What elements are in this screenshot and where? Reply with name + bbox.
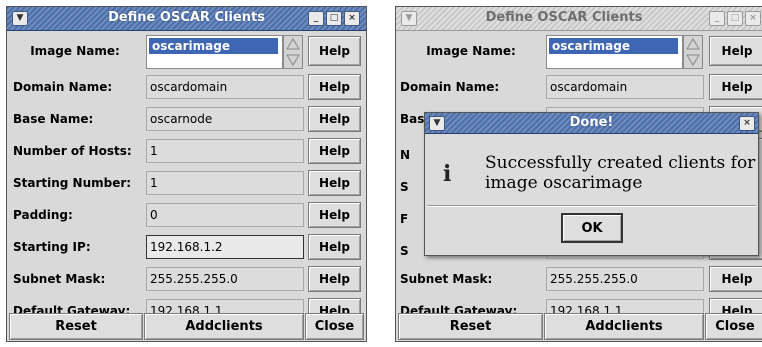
ok-button[interactable]: OK [561, 213, 623, 243]
image-list-item-selected[interactable]: oscarimage [149, 38, 278, 54]
help-button[interactable]: Help [308, 74, 361, 100]
image-name-row: Image Name: oscarimage Help [396, 31, 762, 71]
image-name-row: Image Name: oscarimage Help [7, 31, 366, 71]
window-title: Define OSCAR Clients [485, 10, 643, 25]
dialog-message-line1: Successfully created clients for [485, 153, 756, 173]
addclients-button[interactable]: Addclients [544, 313, 704, 340]
help-button[interactable]: Help [308, 36, 361, 66]
starting-ip-row: Starting IP: 192.168.1.2 Help [7, 231, 366, 263]
help-button[interactable]: Help [709, 36, 762, 66]
help-button[interactable]: Help [709, 266, 762, 292]
subnet-mask-row: Subnet Mask: 255.255.255.0 Help [396, 263, 762, 295]
domain-name-field[interactable]: oscardomain [146, 75, 304, 99]
close-icon[interactable]: × [745, 11, 761, 26]
dialog-message-line2: image oscarimage [485, 173, 643, 193]
image-list-scrollbar[interactable] [683, 35, 703, 69]
domain-name-label: Domain Name: [400, 80, 500, 94]
image-name-list[interactable]: oscarimage [546, 35, 683, 69]
subnet-mask-label: Subnet Mask: [400, 272, 493, 286]
subnet-mask-field[interactable]: 255.255.255.0 [546, 267, 704, 291]
help-button[interactable]: Help [709, 74, 762, 100]
help-button[interactable]: Help [308, 234, 361, 260]
minimize-icon[interactable]: _ [308, 11, 324, 26]
image-name-list[interactable]: oscarimage [146, 35, 283, 69]
image-name-label: Image Name: [30, 44, 120, 58]
base-name-row: Base Name: oscarnode Help [7, 103, 366, 135]
close-button[interactable]: Close [305, 313, 364, 340]
reset-button[interactable]: Reset [398, 313, 543, 340]
reset-button[interactable]: Reset [9, 313, 143, 340]
dialog-title: Done! [569, 115, 614, 130]
subnet-mask-row: Subnet Mask: 255.255.255.0 Help [7, 263, 366, 295]
define-clients-window-left: ▼ Define OSCAR Clients _ □ × Image Name:… [6, 6, 367, 342]
subnet-mask-field[interactable]: 255.255.255.0 [146, 267, 304, 291]
dialog-title-bar[interactable]: ▼ Done! × [425, 113, 758, 134]
starting-number-row: Starting Number: 1 Help [7, 167, 366, 199]
scroll-arrows-icon[interactable] [684, 36, 702, 68]
close-icon[interactable]: × [739, 116, 755, 131]
maximize-icon[interactable]: □ [727, 11, 743, 26]
maximize-icon[interactable]: □ [326, 11, 342, 26]
number-of-hosts-field[interactable]: 1 [146, 139, 304, 163]
subnet-mask-label: Subnet Mask: [13, 272, 106, 286]
obscured-label-initial: S [400, 244, 409, 258]
starting-number-label: Starting Number: [13, 176, 132, 190]
domain-name-row: Domain Name: oscardomain Help [7, 71, 366, 103]
padding-row: Padding: 0 Help [7, 199, 366, 231]
base-name-field[interactable]: oscarnode [146, 107, 304, 131]
help-button[interactable]: Help [308, 266, 361, 292]
base-name-label: Base Name: [13, 112, 94, 126]
starting-ip-label: Starting IP: [13, 240, 91, 254]
title-bar-inactive[interactable]: ▼ Define OSCAR Clients _ □ × [396, 7, 762, 31]
image-list-item-selected[interactable]: oscarimage [549, 38, 678, 54]
help-button[interactable]: Help [308, 106, 361, 132]
dialog-divider [427, 205, 756, 207]
number-of-hosts-row: Number of Hosts: 1 Help [7, 135, 366, 167]
addclients-button[interactable]: Addclients [144, 313, 304, 340]
obscured-label-initial: S [400, 180, 409, 194]
done-dialog: ▼ Done! × i Successfully created clients… [424, 112, 759, 256]
scroll-arrows-icon[interactable] [284, 36, 302, 68]
starting-number-field[interactable]: 1 [146, 171, 304, 195]
starting-ip-field[interactable]: 192.168.1.2 [146, 235, 304, 259]
number-of-hosts-label: Number of Hosts: [13, 144, 132, 158]
obscured-label-initial: N [400, 148, 411, 162]
domain-name-row: Domain Name: oscardomain Help [396, 71, 762, 103]
close-button[interactable]: Close [705, 313, 762, 340]
close-icon[interactable]: × [344, 11, 360, 26]
info-icon: i [443, 161, 452, 187]
domain-name-label: Domain Name: [13, 80, 113, 94]
title-bar[interactable]: ▼ Define OSCAR Clients _ □ × [7, 7, 366, 31]
padding-field[interactable]: 0 [146, 203, 304, 227]
minimize-icon[interactable]: _ [709, 11, 725, 26]
image-list-scrollbar[interactable] [283, 35, 303, 69]
image-name-label: Image Name: [426, 44, 516, 58]
help-button[interactable]: Help [308, 202, 361, 228]
help-button[interactable]: Help [308, 138, 361, 164]
domain-name-field[interactable]: oscardomain [546, 75, 704, 99]
obscured-label-initial: F [400, 212, 409, 226]
help-button[interactable]: Help [308, 170, 361, 196]
padding-label: Padding: [13, 208, 73, 222]
